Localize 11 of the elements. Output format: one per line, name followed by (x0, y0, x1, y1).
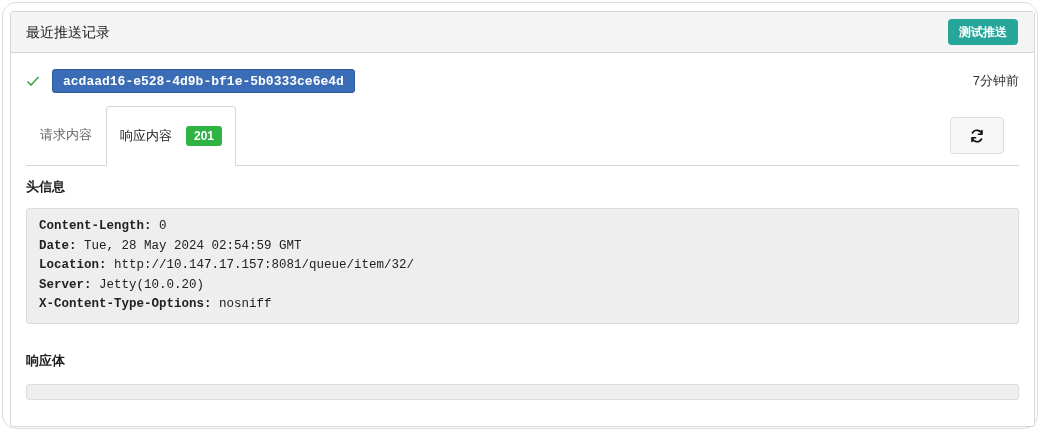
tab[interactable]: 响应内容 201 (106, 106, 237, 166)
record-time: 7分钟前 (972, 72, 1019, 91)
refresh-button[interactable] (950, 117, 1004, 154)
refresh-icon (969, 127, 985, 144)
status-code-badge: 201 (186, 126, 223, 146)
headers-box: Content-Length: 0 Date: Tue, 28 May 2024 02:54:59 GMT Location: http://10.147.17.157:8081/queue/item/32/ Server: Jetty(10.0.20) X-Content-Type-Options: nosniff (26, 208, 1019, 324)
section-title: 响应体 (26, 351, 66, 370)
section-title: 头信息 (26, 178, 66, 196)
record-id-badge: acdaad16-e528-4d9b-bf1e-5b0333ce6e4d (52, 69, 355, 93)
panel-title: 最近推送记录 (26, 22, 110, 42)
tab[interactable]: 请求内容 (26, 105, 106, 165)
